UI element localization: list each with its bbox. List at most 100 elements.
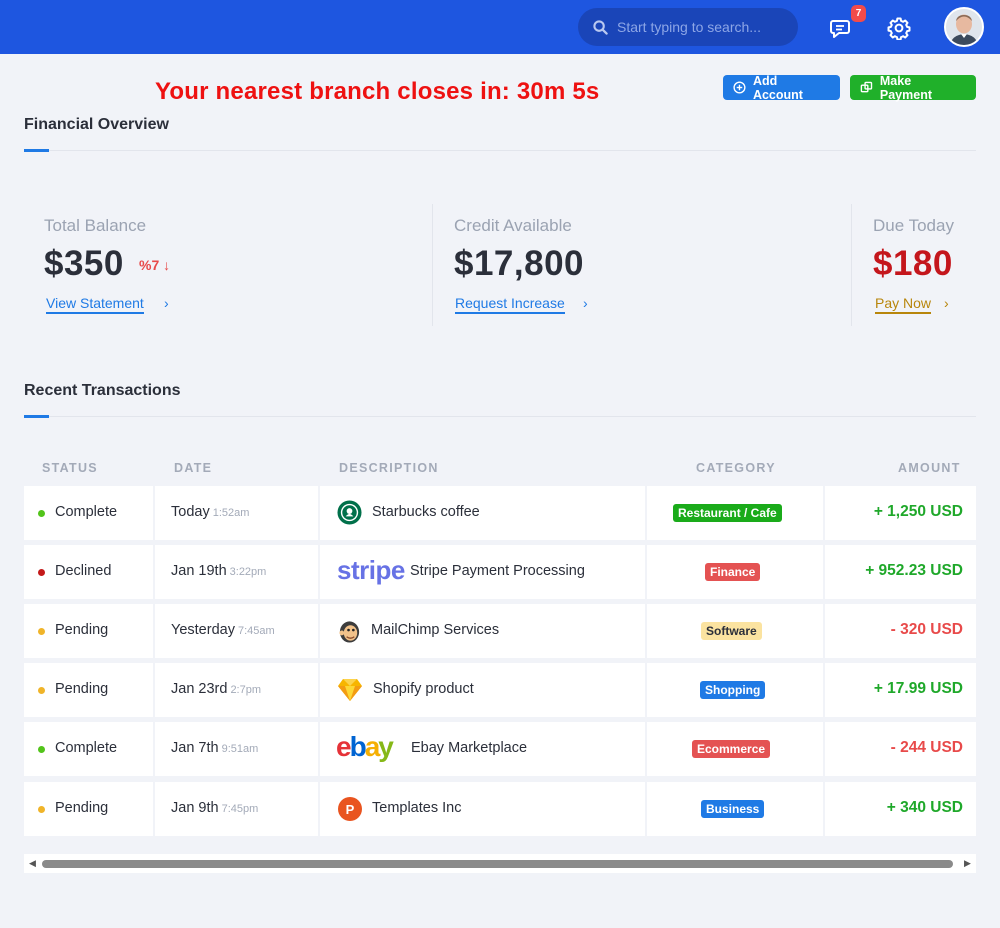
search-input[interactable] (617, 19, 787, 35)
date-value: Yesterday (171, 622, 235, 638)
due-today-label: Due Today (873, 216, 954, 235)
status-dot (38, 687, 45, 694)
category-badge: Finance (705, 563, 761, 581)
balance-change-value: %7 (139, 257, 160, 273)
cell-divider (153, 604, 155, 658)
description-text: Shopify product (373, 681, 474, 697)
cell-divider (153, 782, 155, 836)
cell-divider (823, 486, 825, 540)
table-row[interactable]: Pending Yesterday 7:45am MailChimp Servic… (24, 604, 976, 658)
category-badge: Restaurant / Cafe (673, 504, 782, 522)
description-text: Starbucks coffee (372, 504, 480, 520)
copy-icon (860, 81, 873, 93)
add-account-button[interactable]: Add Account (723, 74, 840, 102)
date-value: Jan 19th (171, 563, 227, 579)
starbucks-logo (337, 500, 362, 525)
status-text: Declined (55, 563, 112, 579)
chevron-right-icon[interactable]: › (583, 295, 588, 311)
category-badge: Software (701, 622, 762, 640)
cell-divider (645, 545, 647, 599)
time-value: 9:51am (221, 743, 259, 755)
date-text: Jan 9th 7:45pm (171, 800, 258, 816)
status-text: Pending (55, 800, 109, 816)
cell-divider (645, 486, 647, 540)
date-value: Jan 7th (171, 740, 219, 756)
chevron-right-icon[interactable]: › (164, 295, 169, 311)
overview-accent-bar (24, 149, 49, 152)
cell-divider (645, 663, 647, 717)
overview-divider (24, 150, 976, 151)
category-badge: Shopping (700, 681, 766, 699)
make-payment-button[interactable]: Make Payment (850, 73, 976, 102)
search-box[interactable] (578, 8, 798, 46)
financial-overview-title: Financial Overview (24, 116, 169, 133)
status-dot (38, 628, 45, 635)
scroll-left-arrow-icon[interactable]: ◀ (29, 858, 36, 869)
cell-divider (153, 663, 155, 717)
mailchimp-logo (339, 621, 360, 643)
scroll-right-arrow-icon[interactable]: ▶ (964, 858, 971, 869)
transactions-accent-bar (24, 415, 49, 418)
cell-divider (318, 545, 320, 599)
credit-available-value: $17,800 (454, 244, 585, 283)
amount-text: - 320 USD (890, 621, 963, 638)
date-text: Jan 7th 9:51am (171, 740, 258, 756)
total-balance-label: Total Balance (44, 216, 147, 235)
templates-logo: P (338, 797, 362, 821)
top-navigation-bar: 7 (0, 0, 1000, 54)
cell-divider (645, 782, 647, 836)
total-balance-value: $350 (44, 244, 124, 283)
time-value: 1:52am (212, 507, 250, 519)
request-increase-link[interactable]: Request Increase (455, 295, 565, 314)
table-row[interactable]: Complete Today 1:52am Starbucks coffee Re… (24, 486, 976, 540)
settings-button[interactable] (885, 14, 913, 42)
amount-text: + 340 USD (886, 799, 963, 816)
category-badge: Ecommerce (692, 740, 771, 758)
table-horizontal-scrollbar[interactable]: ◀ ▶ (24, 854, 976, 873)
recent-transactions-title: Recent Transactions (24, 382, 181, 399)
column-header-date: DATE (174, 461, 213, 475)
column-header-description: DESCRIPTION (339, 461, 439, 475)
ebay-logo-letters: ebay (336, 731, 394, 762)
ebay-logo: ebay (336, 731, 394, 762)
table-row[interactable]: Complete Jan 7th 9:51am ebay Ebay Marketp… (24, 722, 976, 776)
table-row[interactable]: Pending Jan 23rd 2:7pm Shopify product Sh… (24, 663, 976, 717)
cell-divider (823, 663, 825, 717)
category-badge: Business (701, 800, 765, 818)
date-value: Today (171, 504, 210, 520)
cell-divider (645, 604, 647, 658)
cell-divider (318, 604, 320, 658)
scrollbar-thumb[interactable] (42, 860, 953, 868)
amount-text: + 1,250 USD (873, 503, 963, 520)
status-text: Complete (55, 740, 118, 756)
pay-now-link[interactable]: Pay Now (875, 295, 932, 314)
cell-divider (318, 722, 320, 776)
branch-closing-countdown: Your nearest branch closes in: 30m 5s (155, 78, 600, 105)
status-text: Complete (55, 504, 118, 520)
chevron-right-icon[interactable]: › (944, 295, 949, 311)
shopify-logo (338, 679, 362, 701)
description-text: Templates Inc (372, 800, 462, 816)
make-payment-label: Make Payment (879, 73, 932, 102)
cell-divider (153, 722, 155, 776)
column-header-status: STATUS (42, 461, 98, 475)
cell-divider (823, 545, 825, 599)
user-avatar[interactable] (944, 7, 984, 47)
balance-change: %7 ↓ (139, 257, 170, 273)
table-row[interactable]: Declined Jan 19th 3:22pm stripe Stripe Pa… (24, 545, 976, 599)
table-row[interactable]: Pending Jan 9th 7:45pm P Templates Inc Bu… (24, 782, 976, 836)
description-text: Stripe Payment Processing (410, 563, 585, 579)
time-value: 2:7pm (230, 684, 262, 696)
view-statement-link[interactable]: View Statement (46, 295, 144, 314)
status-dot (38, 746, 45, 753)
notification-count-badge: 7 (851, 5, 866, 22)
stat-divider (851, 204, 852, 326)
amount-text: + 952.23 USD (865, 562, 963, 579)
date-text: Yesterday 7:45am (171, 622, 275, 638)
plus-circle-icon (733, 81, 746, 94)
search-icon (593, 19, 608, 35)
date-text: Jan 19th 3:22pm (171, 563, 266, 579)
time-value: 3:22pm (229, 566, 267, 578)
cell-divider (823, 782, 825, 836)
cell-divider (823, 722, 825, 776)
